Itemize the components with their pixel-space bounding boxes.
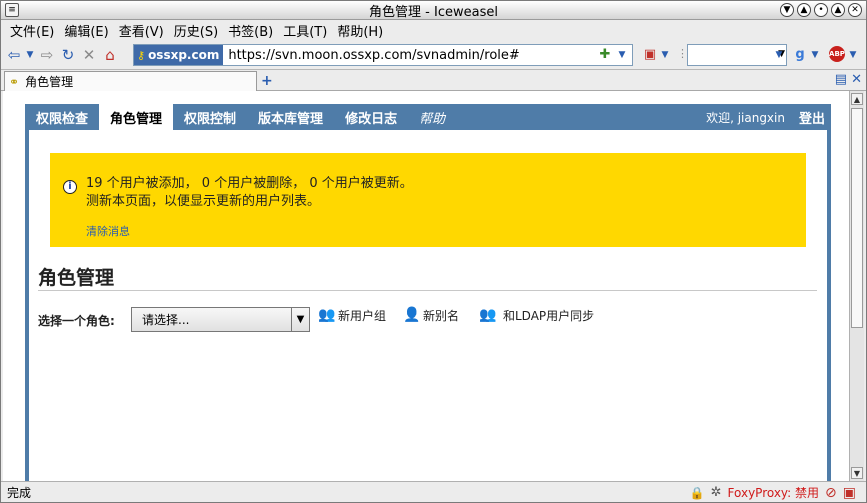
- status-text: 完成: [7, 485, 32, 500]
- bug-icon[interactable]: ✲: [711, 485, 722, 500]
- new-alias-button[interactable]: 👤 新别名: [403, 306, 459, 324]
- home-icon[interactable]: ⌂: [101, 46, 119, 64]
- search-box[interactable]: ▼: [687, 44, 787, 66]
- nav-change-log[interactable]: 修改日志: [334, 104, 408, 130]
- google-dropdown-icon[interactable]: ▼: [811, 46, 819, 64]
- title-bar: ≡ 角色管理 - Iceweasel ▼ ▲ • ▲ ✕: [1, 1, 866, 20]
- back-history-icon[interactable]: ▼: [26, 46, 34, 64]
- tab-role-management[interactable]: ⚭ 角色管理: [4, 71, 257, 91]
- maximize-icon[interactable]: ▲: [831, 3, 845, 17]
- addon-icon[interactable]: ▣: [641, 46, 659, 64]
- foxyproxy-disabled-icon[interactable]: ⊘: [825, 485, 837, 501]
- ldap-sync-label: 和LDAP用户同步: [503, 308, 595, 323]
- vertical-scrollbar[interactable]: ▲ ▼: [849, 91, 864, 481]
- user-group-icon: 👥: [318, 307, 336, 323]
- site-identity-button[interactable]: ⚷ ossxp.com: [134, 45, 224, 65]
- menu-tools[interactable]: 工具(T): [278, 21, 332, 40]
- user-alias-icon: 👤: [403, 307, 421, 323]
- forward-icon[interactable]: ⇨: [38, 46, 56, 64]
- new-tab-button[interactable]: +: [261, 71, 273, 91]
- tab-list-icon[interactable]: ▤: [835, 72, 847, 87]
- app-nav-bar: 权限检查 角色管理 权限控制 版本库管理 修改日志 帮助 欢迎, jiangxi…: [25, 104, 831, 130]
- page-title: 角色管理: [38, 267, 115, 289]
- role-select-label: 选择一个角色:: [38, 314, 115, 328]
- site-key-icon: ⚷: [137, 48, 146, 62]
- tab-bar: ⚭ 角色管理 + ▤ ✕: [1, 69, 866, 91]
- message-line-1: 19 个用户被添加， 0 个用户被删除， 0 个用户被更新。: [86, 176, 413, 191]
- url-text[interactable]: https://svn.moon.ossxp.com/svnadmin/role…: [223, 48, 519, 63]
- minimize-icon[interactable]: •: [814, 3, 828, 17]
- adblock-icon[interactable]: ABP: [829, 46, 845, 62]
- reload-icon[interactable]: ↻: [59, 46, 77, 64]
- menu-view[interactable]: 查看(V): [114, 21, 169, 40]
- message-line-2: 测新本页面，以便显示更新的用户列表。: [86, 194, 321, 209]
- browser-window: ≡ 角色管理 - Iceweasel ▼ ▲ • ▲ ✕ 文件(E) 编辑(E)…: [0, 0, 867, 503]
- scroll-down-icon[interactable]: ▼: [851, 467, 863, 479]
- menu-history[interactable]: 历史(S): [169, 21, 223, 40]
- nav-repository-management[interactable]: 版本库管理: [247, 104, 334, 130]
- menu-file[interactable]: 文件(E): [5, 21, 59, 40]
- ldap-sync-button[interactable]: 👥 和LDAP用户同步: [475, 306, 594, 324]
- padlock-icon[interactable]: 🔒: [690, 486, 705, 500]
- role-select[interactable]: 请选择... ▼: [131, 307, 310, 332]
- new-alias-label: 新别名: [423, 308, 460, 323]
- tab-label: 角色管理: [25, 75, 74, 89]
- nav-access-control[interactable]: 权限控制: [173, 104, 247, 130]
- addon-status-icon[interactable]: ▣: [843, 485, 856, 501]
- new-group-button[interactable]: 👥 新用户组: [318, 306, 386, 324]
- url-history-dropdown-icon[interactable]: ▼: [618, 46, 626, 64]
- shade-icon[interactable]: ▼: [780, 3, 794, 17]
- menu-help[interactable]: 帮助(H): [332, 21, 388, 40]
- title-divider: [38, 290, 817, 291]
- google-icon[interactable]: g: [791, 46, 809, 64]
- logout-link[interactable]: 登出: [799, 108, 825, 127]
- nav-check-permissions[interactable]: 权限检查: [25, 104, 99, 130]
- message-box: i 19 个用户被添加， 0 个用户被删除， 0 个用户被更新。 测新本页面，以…: [50, 153, 806, 247]
- status-bar: 完成 🔒 ✲ FoxyProxy: 禁用 ⊘ ▣: [1, 481, 866, 502]
- window-menu-icon[interactable]: ≡: [5, 3, 19, 17]
- adblock-dropdown-icon[interactable]: ▼: [849, 46, 857, 64]
- menu-bookmarks[interactable]: 书签(B): [223, 21, 278, 40]
- window-title: 角色管理 - Iceweasel: [369, 4, 498, 20]
- add-bookmark-icon[interactable]: ✚: [597, 47, 613, 63]
- site-identity-label: ossxp.com: [148, 48, 220, 62]
- role-select-value: 请选择...: [142, 313, 190, 327]
- welcome-text: 欢迎, jiangxin: [706, 110, 785, 125]
- back-icon[interactable]: ⇦: [5, 46, 23, 64]
- url-bar[interactable]: ⚷ ossxp.com https://svn.moon.ossxp.com/s…: [133, 44, 633, 66]
- nav-help[interactable]: 帮助: [408, 104, 456, 130]
- nav-role-management[interactable]: 角色管理: [99, 104, 174, 130]
- search-input[interactable]: [688, 45, 772, 65]
- menu-edit[interactable]: 编辑(E): [59, 21, 113, 40]
- scrollbar-thumb[interactable]: [851, 108, 863, 328]
- tab-favicon-icon: ⚭: [9, 74, 20, 89]
- info-icon: i: [63, 180, 77, 194]
- menu-bar: 文件(E) 编辑(E) 查看(V) 历史(S) 书签(B) 工具(T) 帮助(H…: [1, 20, 866, 41]
- close-tab-icon[interactable]: ✕: [851, 72, 862, 87]
- close-icon[interactable]: ✕: [848, 3, 862, 17]
- stop-icon[interactable]: ✕: [80, 46, 98, 64]
- page-content: 权限检查 角色管理 权限控制 版本库管理 修改日志 帮助 欢迎, jiangxi…: [3, 91, 849, 481]
- navigation-toolbar: ⇦ ▼ ⇨ ↻ ✕ ⌂ ⚷ ossxp.com https://svn.moon…: [1, 41, 866, 69]
- scroll-up-icon[interactable]: ▲: [851, 93, 863, 105]
- clear-message-link[interactable]: 清除消息: [86, 223, 130, 239]
- foxyproxy-status[interactable]: FoxyProxy: 禁用: [728, 484, 820, 501]
- restore-up-icon[interactable]: ▲: [797, 3, 811, 17]
- new-group-label: 新用户组: [338, 308, 387, 323]
- addon-dropdown-icon[interactable]: ▼: [661, 46, 669, 64]
- ldap-sync-icon: 👥: [479, 307, 497, 323]
- search-engine-dropdown-icon[interactable]: ▼: [775, 46, 783, 64]
- chevron-down-icon[interactable]: ▼: [291, 308, 309, 331]
